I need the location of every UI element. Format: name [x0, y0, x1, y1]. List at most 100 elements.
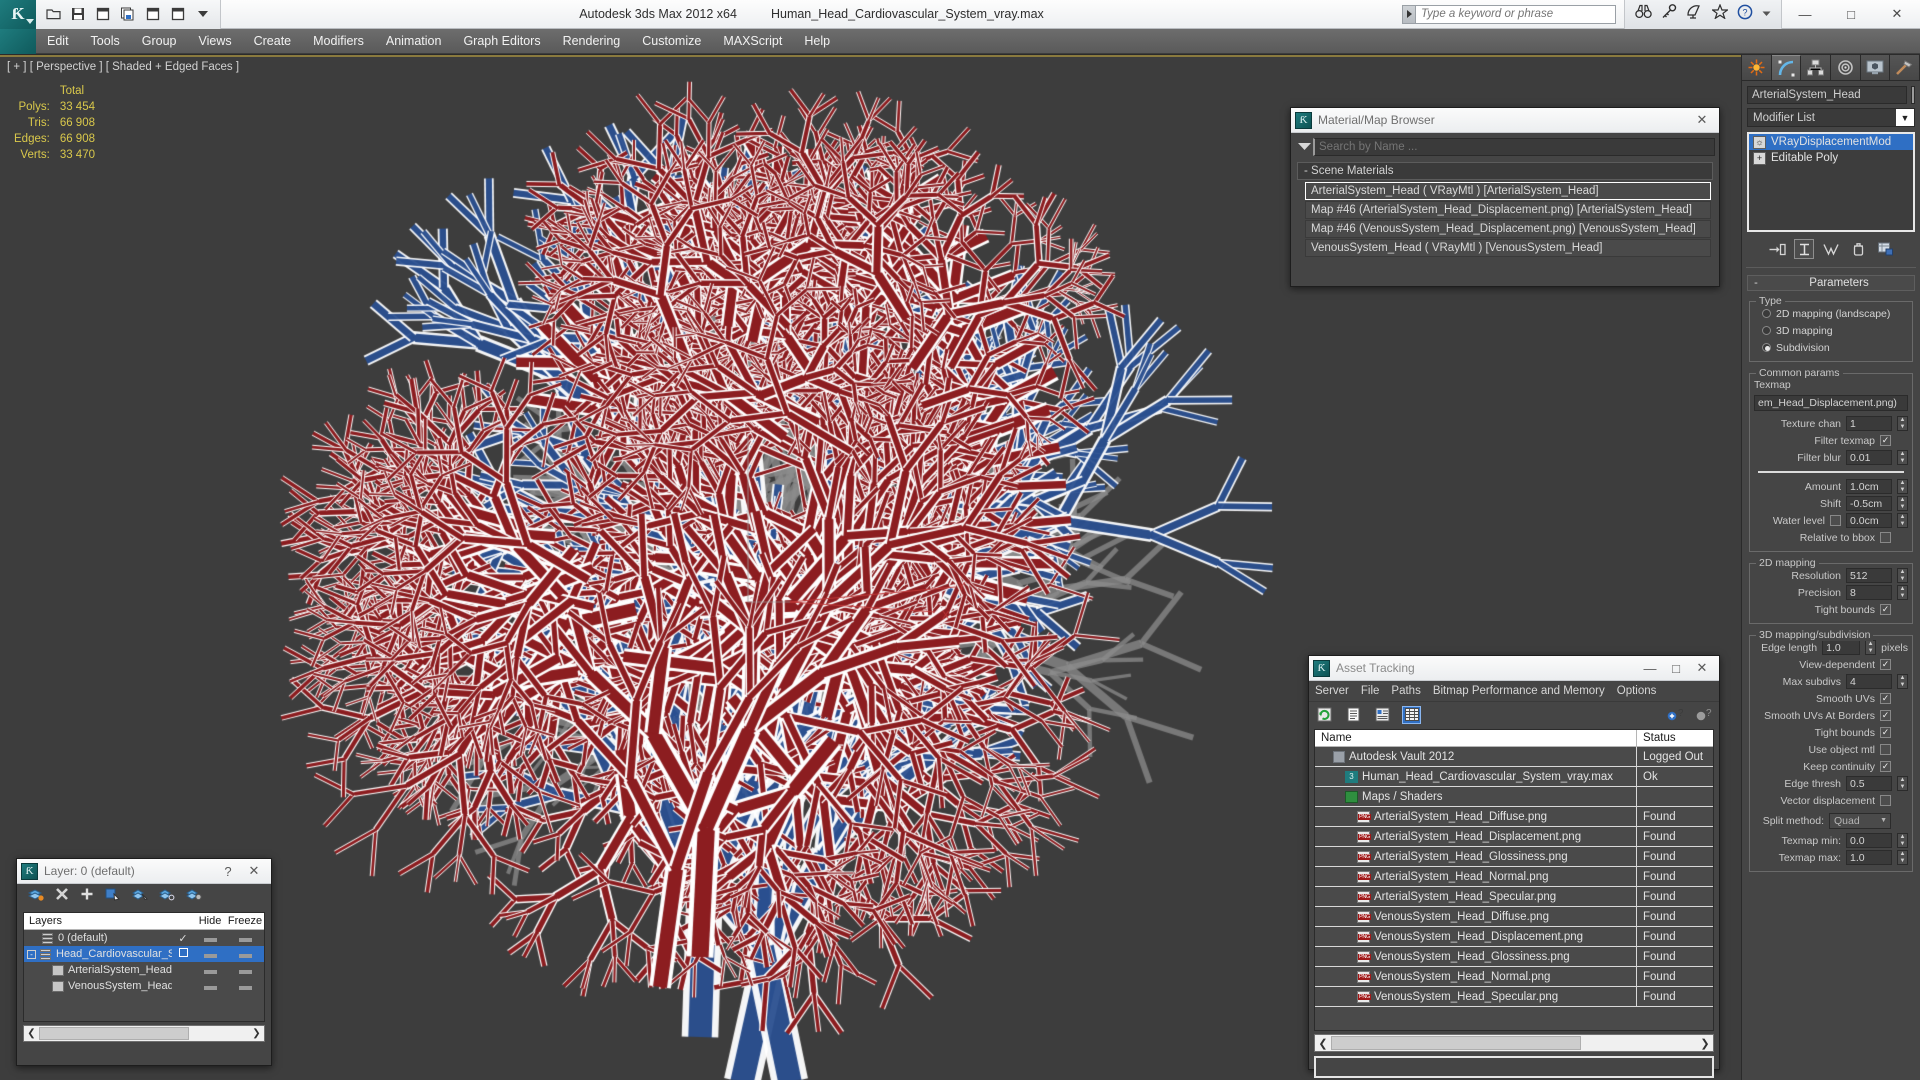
precision-spinner[interactable]: ▲ ▼	[1897, 585, 1908, 600]
filter-blur-spinner[interactable]: ▲ ▼	[1897, 450, 1908, 465]
modify-tab-icon[interactable]	[1771, 55, 1802, 80]
menu-item-group[interactable]: Group	[131, 31, 188, 51]
resolution-field[interactable]: 512	[1846, 568, 1892, 583]
column-header-layers[interactable]: Layers	[24, 915, 172, 927]
menu-item-help[interactable]: Help	[793, 31, 841, 51]
split-method-select[interactable]: Quad ▼	[1829, 812, 1891, 829]
scene-materials-list[interactable]: ArterialSystem_Head ( VRayMtl ) [Arteria…	[1305, 182, 1711, 257]
asset-tracking-maximize-button[interactable]: □	[1663, 657, 1689, 679]
column-header-name[interactable]: Name	[1315, 730, 1637, 746]
grid-view-icon[interactable]	[1402, 705, 1421, 724]
create-layer-icon[interactable]	[27, 887, 44, 906]
amount-spinner[interactable]: ▲ ▼	[1897, 479, 1908, 494]
open-icon[interactable]	[42, 4, 64, 25]
select-objects-icon[interactable]	[105, 887, 121, 906]
water-level-checkbox[interactable]	[1830, 515, 1841, 526]
radio-icon[interactable]	[1762, 326, 1771, 335]
table-row[interactable]: ArterialSystem_Head_Specular.png Found	[1315, 886, 1713, 907]
scene-materials-group-header[interactable]: - Scene Materials	[1297, 162, 1713, 180]
search-options-icon[interactable]	[1295, 138, 1313, 156]
layer-help-button[interactable]: ?	[215, 860, 241, 882]
table-row[interactable]: ArterialSystem_Head_Normal.png Found	[1315, 866, 1713, 887]
new-icon[interactable]	[92, 4, 114, 25]
table-row[interactable]: Maps / Shaders	[1315, 786, 1713, 807]
make-unique-icon[interactable]	[1821, 239, 1841, 259]
hierarchy-tab-icon[interactable]	[1801, 55, 1832, 80]
material-list-item[interactable]: Map #46 (ArterialSystem_Head_Displacemen…	[1305, 201, 1711, 219]
remove-modifier-icon[interactable]	[1848, 239, 1868, 259]
radio-3d-mapping[interactable]: 3D mapping	[1754, 322, 1908, 339]
material-list-item[interactable]: Map #46 (VenousSystem_Head_Displacement.…	[1305, 220, 1711, 238]
scroll-right-icon[interactable]: ❯	[1697, 1037, 1713, 1050]
list-item[interactable]: VenousSystem_Head	[24, 978, 264, 994]
hide-toggle[interactable]	[203, 954, 217, 958]
close-button[interactable]: ✕	[1874, 0, 1920, 29]
water-level-spinner[interactable]: ▲ ▼	[1897, 513, 1908, 528]
max-subdivs-spinner[interactable]: ▲ ▼	[1897, 674, 1908, 689]
table-row[interactable]: VenousSystem_Head_Normal.png Found	[1315, 966, 1713, 987]
max-subdivs-field[interactable]: 4	[1846, 674, 1892, 689]
smooth-uvs-borders-checkbox[interactable]: ✓	[1880, 710, 1891, 721]
expander-icon[interactable]: -	[27, 949, 36, 959]
vector-displacement-checkbox[interactable]	[1880, 795, 1891, 806]
layer-close-button[interactable]: ✕	[241, 860, 267, 882]
menu-item-views[interactable]: Views	[187, 31, 242, 51]
scroll-left-icon[interactable]: ❮	[1315, 1037, 1331, 1050]
radio-subdivision[interactable]: Subdivision	[1754, 339, 1908, 356]
maximize-button[interactable]: □	[1828, 0, 1874, 29]
texmap-button[interactable]: em_Head_Displacement.png)	[1754, 395, 1908, 411]
layer-dialog-window[interactable]: Ƙ Layer: 0 (default) ? ✕ Layers Hide Fre…	[16, 858, 272, 1066]
asset-menu-server[interactable]: Server	[1315, 683, 1357, 699]
texture-channel-spinner[interactable]: ▲ ▼	[1897, 416, 1908, 431]
scroll-left-icon[interactable]: ❮	[24, 1028, 39, 1039]
asset-tracking-grid[interactable]: Name Status Autodesk Vault 2012 Logged O…	[1314, 729, 1714, 1031]
texmap-max-spinner[interactable]: ▲ ▼	[1897, 850, 1908, 865]
radio-icon[interactable]	[1762, 309, 1771, 318]
column-header-hide[interactable]: Hide	[194, 915, 226, 927]
menu-item-graph-editors[interactable]: Graph Editors	[452, 31, 551, 51]
help-icon[interactable]: ?	[1737, 4, 1753, 25]
scroll-thumb[interactable]	[39, 1027, 189, 1040]
table-row[interactable]: Autodesk Vault 2012 Logged Out	[1315, 746, 1713, 767]
radio-icon[interactable]	[1762, 343, 1771, 352]
scroll-right-icon[interactable]: ❯	[249, 1028, 264, 1039]
parameters-rollout-header[interactable]: - Parameters	[1747, 275, 1915, 291]
freeze-toggle[interactable]	[238, 938, 252, 942]
menu-item-edit[interactable]: Edit	[36, 31, 80, 51]
satellite-icon[interactable]	[1686, 4, 1703, 24]
undo-icon[interactable]	[142, 4, 164, 25]
texture-channel-field[interactable]: 1	[1846, 416, 1892, 431]
table-row[interactable]: VenousSystem_Head_Specular.png Found	[1315, 986, 1713, 1007]
help-icon[interactable]: ?	[1694, 706, 1713, 724]
shift-field[interactable]: -0.5cm	[1846, 496, 1892, 511]
relative-to-bbox-checkbox[interactable]	[1880, 532, 1891, 543]
help-dropdown-icon[interactable]	[1762, 5, 1771, 23]
edge-length-spinner[interactable]: ▲ ▼	[1865, 640, 1877, 655]
layer-grid[interactable]: Layers Hide Freeze 0 (default) ✓ - Head_…	[23, 912, 265, 1022]
table-row[interactable]: 3 Human_Head_Cardiovascular_System_vray.m…	[1315, 766, 1713, 787]
column-header-status[interactable]: Status	[1637, 730, 1713, 746]
radio-2d-mapping-landscape[interactable]: 2D mapping (landscape)	[1754, 305, 1908, 322]
app-logo-icon[interactable]: Ƙ	[0, 0, 36, 29]
asset-menu-bitmap[interactable]: Bitmap Performance and Memory	[1433, 683, 1613, 699]
object-color-swatch[interactable]	[1911, 86, 1915, 104]
star-icon[interactable]	[1710, 3, 1730, 24]
texmap-min-spinner[interactable]: ▲ ▼	[1897, 833, 1908, 848]
modifier-stack[interactable]: ☼ VRayDisplacementMod + Editable Poly	[1747, 132, 1915, 232]
view-dependent-checkbox[interactable]: ✓	[1880, 659, 1891, 670]
table-row[interactable]: VenousSystem_Head_Glossiness.png Found	[1315, 946, 1713, 967]
filter-texmap-checkbox[interactable]: ✓	[1880, 435, 1891, 446]
add-layer-icon[interactable]	[80, 887, 94, 906]
menu-item-modifiers[interactable]: Modifiers	[302, 31, 375, 51]
material-list-item[interactable]: ArterialSystem_Head ( VRayMtl ) [Arteria…	[1305, 182, 1711, 200]
chevron-down-icon[interactable]: ▼	[1896, 109, 1914, 126]
list-item[interactable]: 0 (default) ✓	[24, 930, 264, 946]
freeze-toggle[interactable]	[238, 954, 252, 958]
texmap-min-field[interactable]: 0.0	[1846, 833, 1892, 848]
hide-toggle[interactable]	[203, 986, 217, 990]
freeze-toggle[interactable]	[238, 986, 252, 990]
refresh-icon[interactable]	[1315, 706, 1334, 724]
hide-toggle[interactable]	[203, 970, 217, 974]
material-search-input[interactable]	[1313, 138, 1715, 156]
menu-item-create[interactable]: Create	[243, 31, 303, 51]
